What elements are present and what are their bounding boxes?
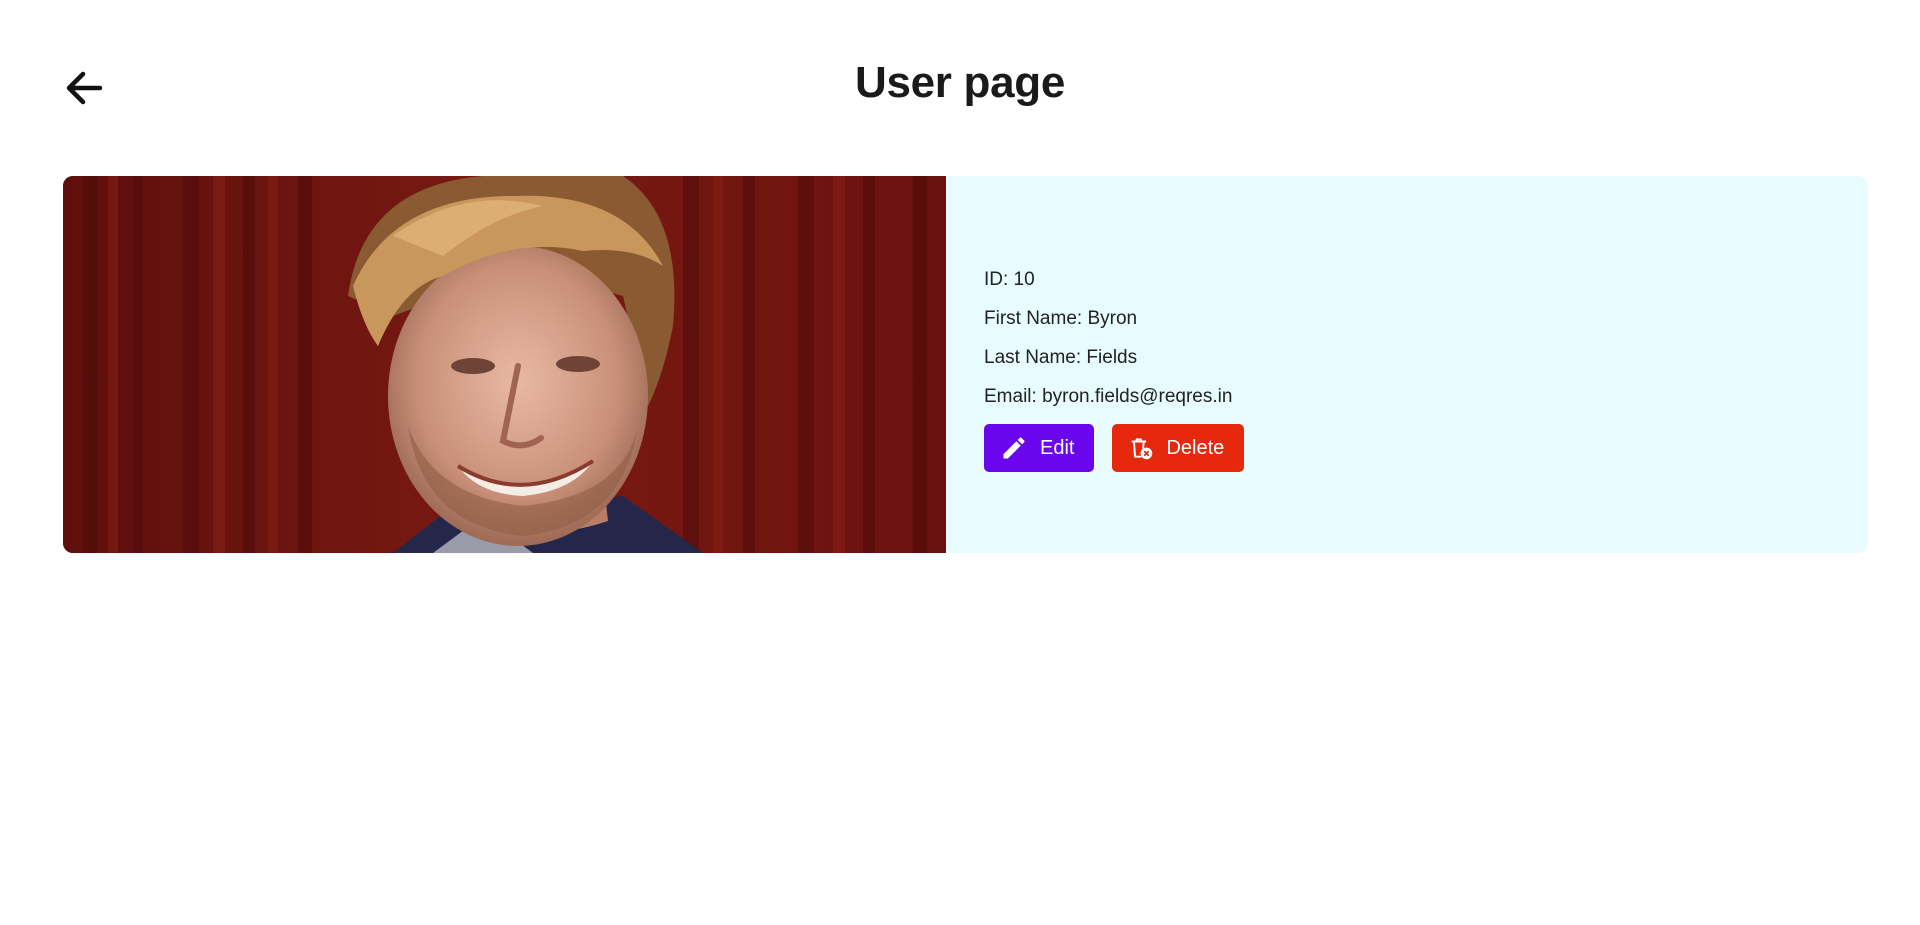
user-actions: Edit Delete: [984, 424, 1868, 472]
user-first-name: First Name: Byron: [984, 308, 1138, 329]
user-email: Email: byron.fields@reqres.in: [984, 386, 1233, 407]
trash-x-icon: [1128, 435, 1154, 461]
pencil-icon: [1000, 434, 1028, 462]
edit-button-label: Edit: [1040, 436, 1075, 459]
user-last-name: Last Name: Fields: [984, 347, 1138, 368]
user-card: ID: 10 First Name: Byron Last Name: Fiel…: [63, 176, 1868, 553]
page-title: User page: [854, 58, 1066, 107]
delete-button-label: Delete: [1166, 436, 1225, 459]
user-id: ID: 10: [984, 269, 1035, 290]
page-header: User page: [0, 0, 1920, 176]
user-avatar: [63, 176, 946, 553]
user-info: ID: 10 First Name: Byron Last Name: Fiel…: [946, 176, 1868, 553]
delete-button[interactable]: Delete: [1112, 424, 1245, 472]
edit-button[interactable]: Edit: [984, 424, 1095, 472]
